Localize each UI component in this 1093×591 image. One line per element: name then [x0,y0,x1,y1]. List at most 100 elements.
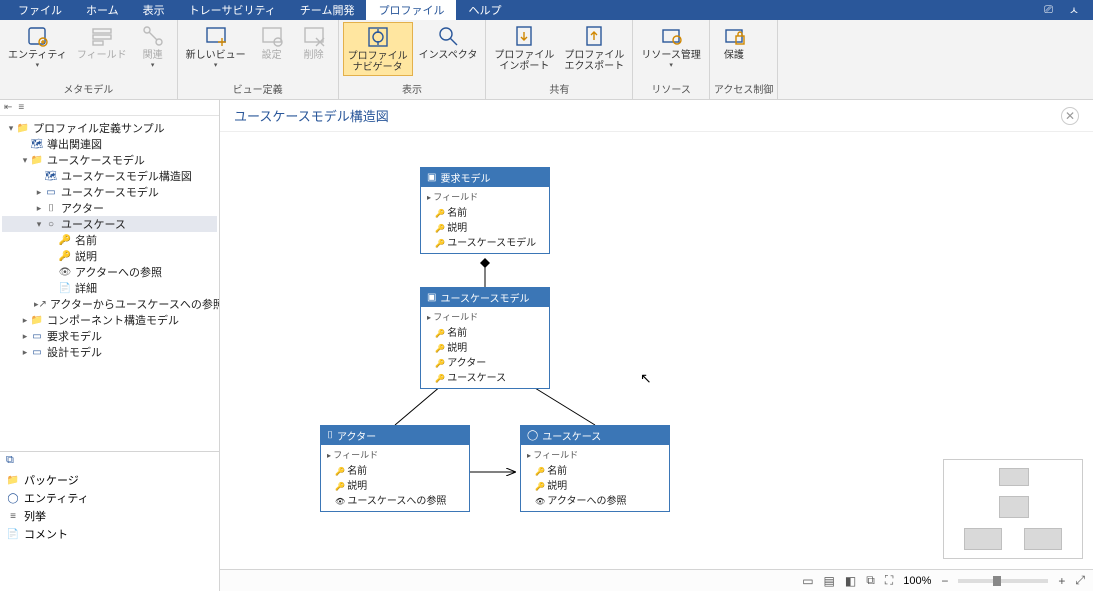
ribbon-group-label: 共有 [490,80,628,97]
zoom-out-icon[interactable]: − [941,574,948,588]
ribbon-label: 設定 [262,50,282,61]
tree-item[interactable]: ▸📁コンポーネント構造モデル [2,312,217,328]
ribbon-newview-button[interactable]: 新しいビュー▾ [182,22,250,71]
expand-all-icon[interactable]: ≡ [18,102,24,113]
tree-node-label: ユースケース [61,216,126,232]
tree-twisty-icon[interactable]: ▸ [20,347,30,358]
zoom-in-icon[interactable]: + [1058,574,1065,588]
tree-node-icon: 🗺 [30,139,44,150]
ribbon-group-label: アクセス制御 [714,80,774,97]
entity-usecase[interactable]: ◯ユースケース フィールド 名前 説明 アクターへの参照 [520,425,670,512]
tree-item[interactable]: ▸▭設計モデル [2,344,217,360]
entity-actor-title: アクター [337,428,376,443]
menu-profile[interactable]: プロファイル [366,0,456,20]
field: アクター [427,354,543,369]
ribbon-label: プロファイルエクスポート [564,50,624,72]
tree-item[interactable]: ▾📁プロファイル定義サンプル [2,120,217,136]
section-label: フィールド [527,447,663,462]
entity-actor[interactable]: ⌷アクター フィールド 名前 説明 ユースケースへの参照 [320,425,470,512]
feedback-icon[interactable]: ⎚ [1036,2,1061,19]
ribbon-group-label: 表示 [343,80,482,97]
menu-traceability[interactable]: トレーサビリティ [177,0,288,20]
menu-help[interactable]: ヘルプ [456,0,513,20]
menu-view[interactable]: 表示 [131,0,177,20]
tree-item[interactable]: ▸↗アクターからユースケースへの参照 [2,296,217,312]
ribbon-group-label: ビュー定義 [182,80,334,97]
close-diagram-icon[interactable]: ✕ [1061,107,1079,125]
tree-item[interactable]: 🔑名前 [2,232,217,248]
palette-item[interactable]: 📁パッケージ [6,471,213,489]
ribbon-field-button[interactable]: フィールド [73,22,131,63]
palette-item[interactable]: ◯エンティティ [6,489,213,507]
ribbon-inspector-button[interactable]: インスペクタ [415,22,482,63]
minimap[interactable] [943,459,1083,559]
ribbon-label: 保護 [724,50,744,61]
tree-node-icon: 👁 [58,267,72,278]
tree-item[interactable]: 🗺ユースケースモデル構造図 [2,168,217,184]
tree-item[interactable]: ▾📁ユースケースモデル [2,152,217,168]
tree-item[interactable]: ▸▭要求モデル [2,328,217,344]
tree-item[interactable]: ▸⌷アクター [2,200,217,216]
tree-item[interactable]: 📄詳細 [2,280,217,296]
ribbon-entity-button[interactable]: エンティティ▾ [4,22,71,71]
entity-req[interactable]: ▣要求モデル フィールド 名前 説明 ユースケースモデル [420,167,550,254]
diagram-canvas[interactable]: ▣要求モデル フィールド 名前 説明 ユースケースモデル ▣ユースケースモデル … [220,131,1093,569]
ribbon-resource-button[interactable]: リソース管理▾ [637,22,705,71]
tree-twisty-icon[interactable]: ▾ [34,219,44,230]
menu-file[interactable]: ファイル [6,0,74,20]
ribbon-relation-button[interactable]: 関連▾ [133,22,173,71]
tree-twisty-icon[interactable]: ▾ [6,123,16,134]
ribbon-protect-button[interactable]: 保護 [714,22,754,63]
view-mode-3-icon[interactable]: ◧ [845,574,856,588]
palette-item[interactable]: 📄コメント [6,525,213,543]
ribbon-group-label: メタモデル [4,80,173,97]
field: アクターへの参照 [527,492,663,507]
diagram-title: ユースケースモデル構造図 [234,106,389,125]
tree-node-icon: 🔑 [58,251,72,262]
field-icon [90,24,114,48]
menu-team[interactable]: チーム開発 [288,0,367,20]
menu-home[interactable]: ホーム [74,0,131,20]
ribbon: エンティティ▾フィールド関連▾メタモデル新しいビュー▾設定削除ビュー定義プロファ… [0,20,1093,100]
view-mode-1-icon[interactable]: ▭ [802,574,813,588]
field: 説明 [527,477,663,492]
tree-twisty-icon[interactable]: ▸ [34,187,44,198]
ribbon-settings-button[interactable]: 設定 [252,22,292,63]
palette-item[interactable]: ≡列挙 [6,507,213,525]
tree-twisty-icon[interactable]: ▾ [20,155,30,166]
view-mode-4-icon[interactable]: ⧉ [866,573,875,588]
ribbon-label: 関連 [143,50,163,61]
tree-node-icon: 🗺 [44,171,58,182]
view-mode-5-icon[interactable]: ⛶ [885,573,893,588]
tree-twisty-icon[interactable]: ▸ [34,203,44,214]
tree-item[interactable]: ▾○ユースケース [2,216,217,232]
ribbon-import-button[interactable]: プロファイルインポート [490,22,558,74]
dropdown-icon: ▾ [151,61,155,69]
tree-twisty-icon[interactable]: ▸ [20,315,30,326]
tree-node-label: 詳細 [75,280,97,296]
ribbon-export-button[interactable]: プロファイルエクスポート [560,22,628,74]
ribbon-label: プロファイルインポート [494,50,554,72]
zoom-fit-icon[interactable]: ⤢ [1075,573,1085,588]
section-label: フィールド [427,309,543,324]
tree-item[interactable]: 🔑説明 [2,248,217,264]
zoom-slider[interactable] [958,579,1048,583]
ribbon-navigator-button[interactable]: プロファイルナビゲータ [343,22,413,76]
palette-tab-icon[interactable]: ⧉ [6,454,14,467]
field: 名前 [527,462,663,477]
tree-node-icon: 📁 [30,315,44,326]
ribbon-label: リソース管理 [641,50,701,61]
tree-twisty-icon[interactable]: ▸ [20,331,30,342]
ribbon-delete-button[interactable]: 削除 [294,22,334,63]
project-tree[interactable]: ▾📁プロファイル定義サンプル🗺導出関連図▾📁ユースケースモデル🗺ユースケースモデ… [2,120,217,360]
tree-item[interactable]: 👁アクターへの参照 [2,264,217,280]
collapse-ribbon-icon[interactable]: ㅅ [1061,0,1087,20]
tree-node-label: 導出関連図 [47,136,102,152]
entity-usecase-model[interactable]: ▣ユースケースモデル フィールド 名前 説明 アクター ユースケース [420,287,550,389]
usecase-icon: ◯ [527,430,538,441]
tree-item[interactable]: 🗺導出関連図 [2,136,217,152]
palette-pane: ⧉ 📁パッケージ◯エンティティ≡列挙📄コメント [0,451,219,591]
tree-item[interactable]: ▸▭ユースケースモデル [2,184,217,200]
collapse-all-icon[interactable]: ⇤ [4,102,12,113]
view-mode-2-icon[interactable]: ▤ [824,574,835,588]
